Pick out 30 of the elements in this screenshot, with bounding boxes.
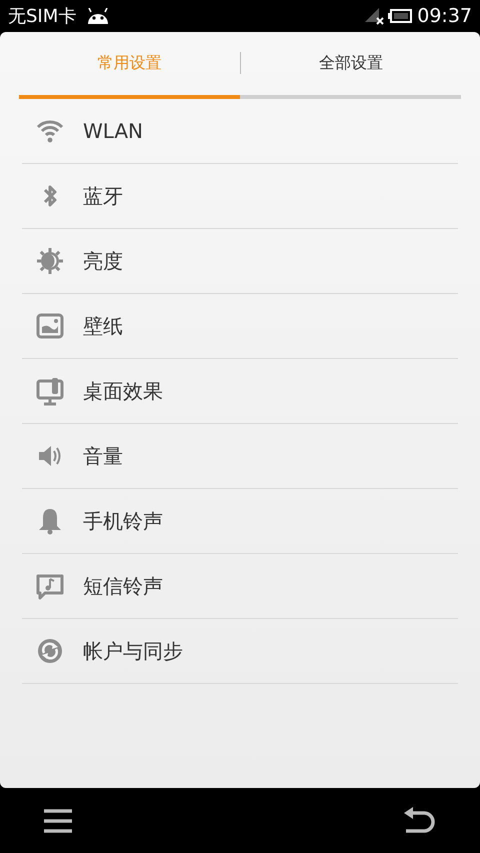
settings-label: 短信铃声 [83, 572, 163, 600]
settings-label: 音量 [83, 442, 123, 470]
settings-label: 桌面效果 [83, 378, 163, 404]
tab[interactable]: 全部设置 [240, 32, 461, 99]
settings-item[interactable]: 音量 [22, 424, 458, 489]
settings-item[interactable]: 壁纸 [22, 294, 458, 359]
sync-icon [35, 636, 65, 666]
brightness-icon [35, 246, 65, 276]
settings-item[interactable]: 手机铃声 [22, 489, 458, 554]
settings-label: 手机铃声 [83, 508, 163, 534]
settings-item[interactable]: 帐户与同步 [22, 619, 458, 684]
settings-label: 壁纸 [83, 312, 123, 340]
image-icon [35, 311, 65, 341]
settings-item[interactable]: 桌面效果 [22, 359, 458, 424]
settings-label: 蓝牙 [83, 182, 123, 210]
settings-label: 亮度 [83, 248, 123, 274]
settings-label: 帐户与同步 [83, 638, 183, 664]
android-icon [86, 8, 110, 24]
monitor-icon [35, 376, 65, 406]
no-signal-icon [364, 7, 384, 25]
settings-item[interactable]: 亮度 [22, 229, 458, 294]
menu-icon[interactable] [44, 808, 72, 834]
settings-item[interactable]: 蓝牙 [22, 164, 458, 229]
settings-item[interactable]: WLAN [22, 99, 458, 164]
settings-item[interactable]: 短信铃声 [22, 554, 458, 619]
clock: 09:37 [417, 5, 472, 27]
settings-label: WLAN [83, 119, 144, 143]
battery-icon [388, 9, 412, 23]
carrier-label: 无SIM卡 [8, 5, 76, 28]
back-icon[interactable] [402, 806, 436, 834]
